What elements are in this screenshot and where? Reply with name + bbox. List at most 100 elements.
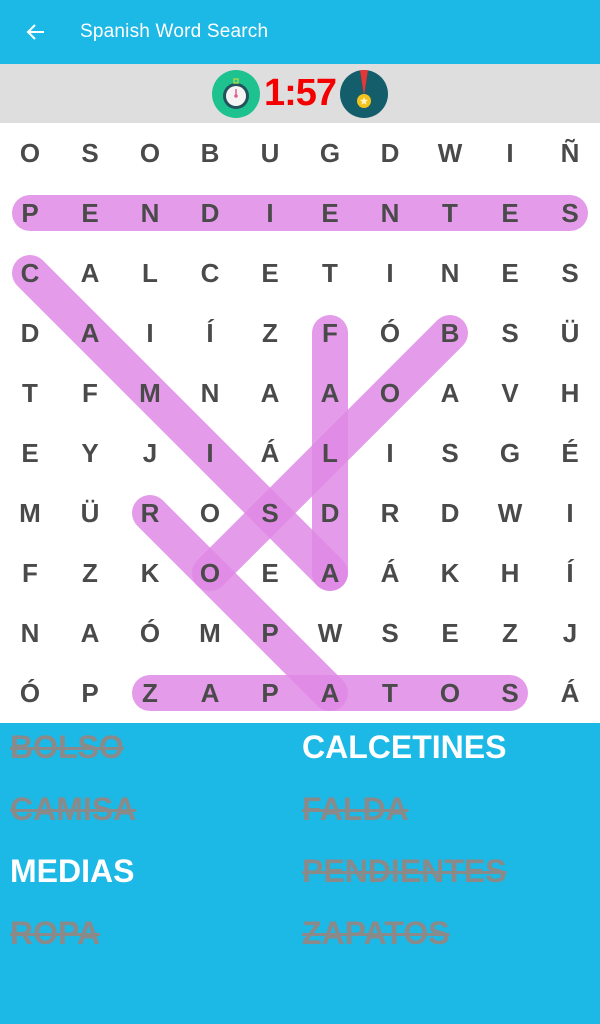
grid-cell[interactable]: B <box>420 303 480 363</box>
grid-cell[interactable]: T <box>420 183 480 243</box>
grid-cell[interactable]: G <box>300 123 360 183</box>
grid-cell[interactable]: R <box>120 483 180 543</box>
grid-cell[interactable]: E <box>60 183 120 243</box>
grid-cell[interactable]: D <box>420 483 480 543</box>
grid-cell[interactable]: T <box>360 663 420 723</box>
grid-cell[interactable]: W <box>420 123 480 183</box>
grid-cell[interactable]: H <box>480 543 540 603</box>
grid-cell[interactable]: Z <box>60 543 120 603</box>
grid-cell[interactable]: E <box>480 183 540 243</box>
grid-cell[interactable]: A <box>300 363 360 423</box>
grid-cell[interactable]: W <box>480 483 540 543</box>
grid-cell[interactable]: E <box>240 543 300 603</box>
grid-cell[interactable]: O <box>180 483 240 543</box>
grid-cell[interactable]: D <box>360 123 420 183</box>
grid-cell[interactable]: Z <box>120 663 180 723</box>
grid-cell[interactable]: N <box>360 183 420 243</box>
grid-cell[interactable]: P <box>240 663 300 723</box>
grid-cell[interactable]: A <box>300 663 360 723</box>
grid-cell[interactable]: E <box>240 243 300 303</box>
grid-cell[interactable]: B <box>180 123 240 183</box>
grid-cell[interactable]: A <box>180 663 240 723</box>
grid-cell[interactable]: E <box>300 183 360 243</box>
grid-cell[interactable]: F <box>300 303 360 363</box>
grid-cell[interactable]: R <box>360 483 420 543</box>
grid-cell[interactable]: Z <box>480 603 540 663</box>
grid-cell[interactable]: F <box>0 543 60 603</box>
grid-cell[interactable]: S <box>540 183 600 243</box>
grid-cell[interactable]: A <box>240 363 300 423</box>
grid-cell[interactable]: Y <box>60 423 120 483</box>
grid-cell[interactable]: Ñ <box>540 123 600 183</box>
grid-cell[interactable]: M <box>180 603 240 663</box>
grid-cell[interactable]: J <box>120 423 180 483</box>
grid-cell[interactable]: S <box>420 423 480 483</box>
grid-cell[interactable]: I <box>360 243 420 303</box>
grid-cell[interactable]: Í <box>180 303 240 363</box>
grid-cell[interactable]: D <box>300 483 360 543</box>
grid-cell[interactable]: P <box>0 183 60 243</box>
grid-cell[interactable]: Á <box>240 423 300 483</box>
grid-cell[interactable]: M <box>0 483 60 543</box>
grid-cell[interactable]: N <box>420 243 480 303</box>
grid-cell[interactable]: E <box>480 243 540 303</box>
grid-cell[interactable]: T <box>300 243 360 303</box>
grid-cell[interactable]: O <box>360 363 420 423</box>
grid-cell[interactable]: S <box>480 663 540 723</box>
grid-cell[interactable]: Ó <box>0 663 60 723</box>
grid-cell[interactable]: A <box>420 363 480 423</box>
grid-cell[interactable]: E <box>420 603 480 663</box>
grid-cell[interactable]: K <box>120 543 180 603</box>
grid-cell[interactable]: D <box>0 303 60 363</box>
grid-cell[interactable]: I <box>240 183 300 243</box>
grid-cell[interactable]: C <box>180 243 240 303</box>
grid-cell[interactable]: A <box>60 243 120 303</box>
grid-cell[interactable]: Ó <box>120 603 180 663</box>
grid-cell[interactable]: I <box>360 423 420 483</box>
grid-cell[interactable]: Í <box>540 543 600 603</box>
grid-cell[interactable]: K <box>420 543 480 603</box>
grid-cell[interactable]: I <box>120 303 180 363</box>
grid-cell[interactable]: M <box>120 363 180 423</box>
word-search-grid[interactable]: OSOBUGDWIÑPENDIENTESCALCETINESDAIÍZFÓBSÜ… <box>0 123 600 723</box>
grid-cell[interactable]: S <box>60 123 120 183</box>
grid-cell[interactable]: L <box>120 243 180 303</box>
grid-cell[interactable]: Ü <box>540 303 600 363</box>
grid-cell[interactable]: L <box>300 423 360 483</box>
grid-cell[interactable]: P <box>60 663 120 723</box>
grid-cell[interactable]: I <box>540 483 600 543</box>
grid-cell[interactable]: A <box>60 303 120 363</box>
grid-cell[interactable]: N <box>180 363 240 423</box>
grid-cell[interactable]: C <box>0 243 60 303</box>
back-button[interactable] <box>24 20 48 44</box>
grid-cell[interactable]: O <box>180 543 240 603</box>
grid-cell[interactable]: I <box>480 123 540 183</box>
grid-cell[interactable]: S <box>480 303 540 363</box>
grid-cell[interactable]: F <box>60 363 120 423</box>
grid-cell[interactable]: D <box>180 183 240 243</box>
grid-cell[interactable]: O <box>0 123 60 183</box>
grid-cell[interactable]: N <box>0 603 60 663</box>
grid-cell[interactable]: P <box>240 603 300 663</box>
grid-cell[interactable]: É <box>540 423 600 483</box>
grid-cell[interactable]: S <box>240 483 300 543</box>
grid-cell[interactable]: A <box>300 543 360 603</box>
grid-cell[interactable]: Ó <box>360 303 420 363</box>
grid-cell[interactable]: Á <box>540 663 600 723</box>
grid-cell[interactable]: Á <box>360 543 420 603</box>
grid-cell[interactable]: H <box>540 363 600 423</box>
grid-cell[interactable]: S <box>360 603 420 663</box>
grid-cell[interactable]: N <box>120 183 180 243</box>
grid-cell[interactable]: U <box>240 123 300 183</box>
grid-cell[interactable]: T <box>0 363 60 423</box>
grid-cell[interactable]: O <box>120 123 180 183</box>
grid-cell[interactable]: Z <box>240 303 300 363</box>
grid-cell[interactable]: G <box>480 423 540 483</box>
grid-cell[interactable]: W <box>300 603 360 663</box>
grid-cell[interactable]: O <box>420 663 480 723</box>
grid-cell[interactable]: Ü <box>60 483 120 543</box>
grid-cell[interactable]: J <box>540 603 600 663</box>
grid-cell[interactable]: S <box>540 243 600 303</box>
grid-cell[interactable]: I <box>180 423 240 483</box>
grid-cell[interactable]: V <box>480 363 540 423</box>
